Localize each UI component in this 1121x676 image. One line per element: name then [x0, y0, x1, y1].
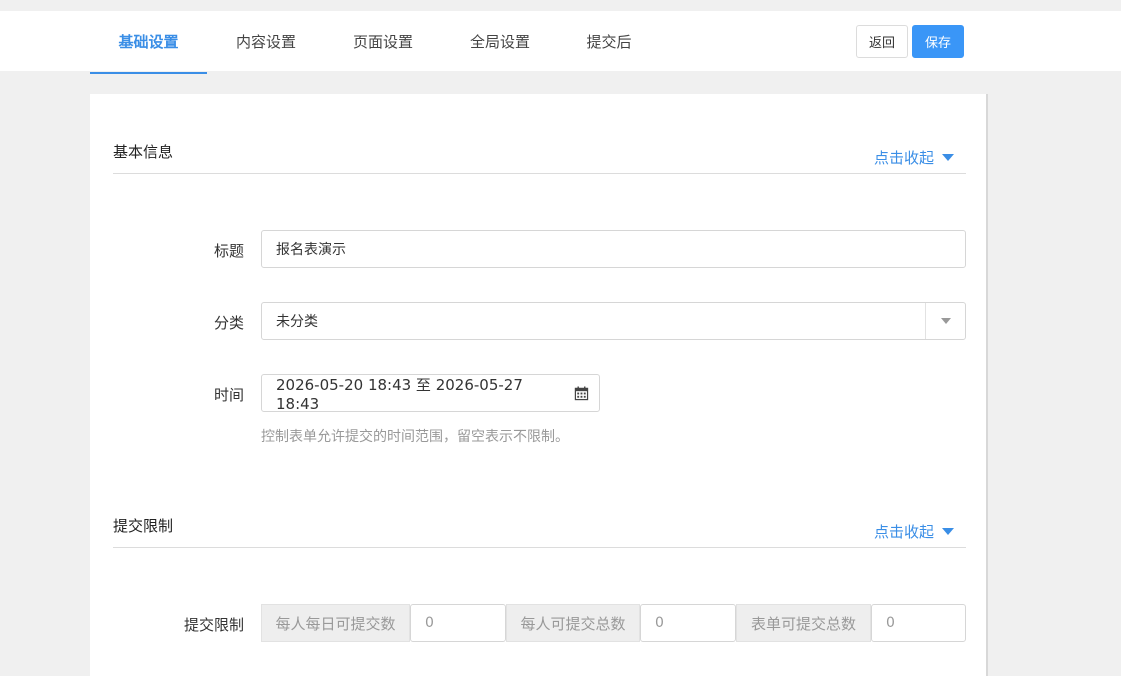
caret-down-icon	[942, 528, 954, 535]
tab-content-settings[interactable]: 内容设置	[218, 11, 314, 71]
section-title-submit-limit: 提交限制	[113, 517, 174, 535]
tab-global-settings[interactable]: 全局设置	[452, 11, 548, 71]
tab-basic-settings[interactable]: 基础设置	[90, 11, 207, 71]
tab-page-settings[interactable]: 页面设置	[335, 11, 431, 71]
section-divider	[113, 547, 966, 548]
save-button[interactable]: 保存	[912, 25, 964, 58]
form-total-addon: 表单可提交总数	[736, 604, 871, 642]
total-per-person-input[interactable]: 0	[640, 604, 736, 642]
section-title-basic-info: 基本信息	[113, 143, 174, 161]
daily-per-person-addon: 每人每日可提交数	[261, 604, 410, 642]
back-button[interactable]: 返回	[856, 25, 908, 58]
time-range-value: 2026-05-20 18:43 至 2026-05-27 18:43	[276, 375, 523, 413]
daily-per-person-input[interactable]: 0	[410, 604, 506, 642]
submit-limit-field-label: 提交限制	[183, 616, 244, 634]
time-field-label: 时间	[213, 386, 244, 404]
title-input-value: 报名表演示	[276, 242, 346, 258]
collapse-basic-info-button[interactable]: 点击收起	[874, 147, 954, 168]
total-per-person-addon: 每人可提交总数	[506, 604, 640, 642]
calendar-icon[interactable]	[574, 385, 589, 401]
category-field-label: 分类	[213, 314, 244, 332]
time-help-text: 控制表单允许提交的时间范围，留空表示不限制。	[261, 429, 569, 445]
form-total-input[interactable]: 0	[871, 604, 966, 642]
section-divider	[113, 173, 966, 174]
daily-per-person-value: 0	[425, 615, 434, 631]
settings-panel: 基本信息 点击收起 标题 报名表演示 分类 未分类 时间 2026-05-20 …	[90, 94, 988, 676]
form-total-value: 0	[886, 615, 895, 631]
total-per-person-value: 0	[655, 615, 664, 631]
collapse-submit-limit-button[interactable]: 点击收起	[874, 521, 954, 542]
category-select[interactable]: 未分类	[261, 302, 966, 340]
tab-after-submit[interactable]: 提交后	[569, 11, 649, 71]
category-select-value: 未分类	[276, 314, 318, 330]
title-field-label: 标题	[213, 242, 244, 260]
chevron-down-icon[interactable]	[925, 303, 965, 339]
caret-down-icon	[942, 154, 954, 161]
title-input[interactable]: 报名表演示	[261, 230, 966, 268]
time-range-input[interactable]: 2026-05-20 18:43 至 2026-05-27 18:43	[261, 374, 600, 413]
top-nav-bar: 基础设置 内容设置 页面设置 全局设置 提交后 返回 保存	[0, 11, 1121, 71]
collapse-label: 点击收起	[873, 523, 934, 541]
collapse-label: 点击收起	[873, 149, 934, 167]
active-tab-indicator	[90, 72, 207, 74]
submit-limit-input-group: 每人每日可提交数 0 每人可提交总数 0 表单可提交总数 0	[261, 604, 967, 642]
